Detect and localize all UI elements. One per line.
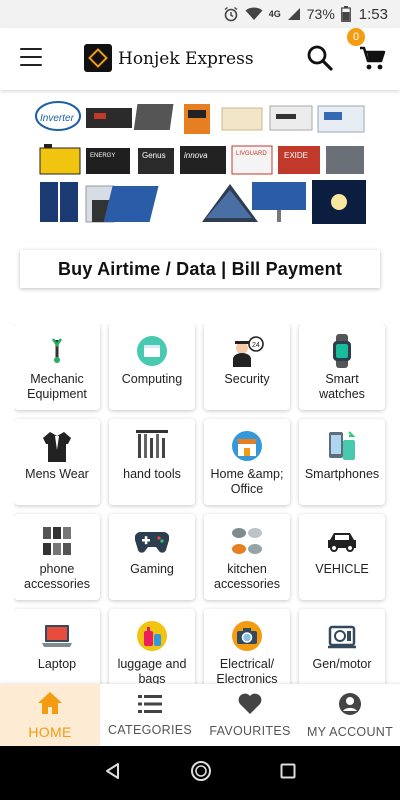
list-icon — [138, 694, 162, 719]
luggage-icon — [135, 619, 169, 653]
store-icon — [230, 429, 264, 463]
category-label: hand tools — [123, 467, 181, 481]
category-label: Gen/motor — [312, 657, 372, 671]
brand-logo — [84, 44, 112, 72]
category-label: Smart watches — [319, 372, 365, 401]
category-label: luggage and bags — [117, 657, 187, 684]
smartwatch-icon — [325, 334, 359, 368]
laptop-icon — [40, 619, 74, 653]
network-type: 4G — [268, 9, 281, 19]
recents-icon[interactable] — [280, 763, 296, 784]
category-electrical-electronics[interactable]: Electrical/ Electronics — [204, 609, 290, 684]
category-label: Computing — [121, 372, 183, 386]
gamepad-icon — [135, 524, 169, 558]
category-hand-tools[interactable]: hand tools — [109, 419, 195, 505]
category-home-office[interactable]: Home &amp; Office — [204, 419, 290, 505]
svg-text:Genus: Genus — [142, 151, 166, 160]
nav-label: FAVOURITES — [209, 723, 291, 738]
category-label: Security — [224, 372, 270, 386]
heart-icon — [238, 693, 262, 720]
svg-text:EXIDE: EXIDE — [284, 151, 308, 160]
camera-icon — [230, 619, 264, 653]
account-icon — [338, 692, 362, 721]
app-bar: Honjek Express 0 — [0, 28, 400, 90]
car-icon — [325, 524, 359, 558]
bottom-navigation: HOME CATEGORIES FAVOURITES MY ACCOUNT — [0, 684, 400, 746]
category-vehicle[interactable]: VEHICLE — [299, 514, 385, 600]
category-smart-watches[interactable]: Smart watches — [299, 324, 385, 410]
tools-icon — [135, 429, 169, 463]
category-mechanic-equipment[interactable]: Mechanic Equipment — [14, 324, 100, 410]
category-gaming[interactable]: Gaming — [109, 514, 195, 600]
category-kitchen-accessories[interactable]: kitchen accessories — [204, 514, 290, 600]
category-label: Mens Wear — [25, 467, 89, 481]
category-laptop[interactable]: Laptop — [14, 609, 100, 684]
category-phone-accessories[interactable]: phone accessories — [14, 514, 100, 600]
category-luggage-bags[interactable]: luggage and bags — [109, 609, 195, 684]
nav-favourites[interactable]: FAVOURITES — [200, 684, 300, 746]
kitchen-icon — [230, 524, 264, 558]
category-label: Smartphones — [304, 467, 380, 481]
category-label: Home &amp; Office — [210, 467, 284, 496]
smartphone-icon — [325, 429, 359, 463]
security-guard-icon: 24 — [230, 334, 264, 368]
nav-label: CATEGORIES — [107, 722, 193, 737]
wrench-icon — [40, 334, 74, 368]
category-computing[interactable]: Computing — [109, 324, 195, 410]
app-title: Honjek Express — [118, 49, 254, 69]
battery-icon — [340, 6, 351, 22]
jacket-icon — [40, 429, 74, 463]
nav-my-account[interactable]: MY ACCOUNT — [300, 684, 400, 746]
cart-icon[interactable] — [358, 44, 388, 74]
category-mens-wear[interactable]: Mens Wear — [14, 419, 100, 505]
battery-percent: 73% — [306, 6, 335, 22]
buy-airtime-bill-payment-button[interactable]: Buy Airtime / Data | Bill Payment — [20, 250, 380, 288]
nav-label: HOME — [28, 723, 72, 740]
home-circle-icon[interactable] — [190, 760, 212, 787]
phone-accessories-icon — [40, 524, 74, 558]
generator-icon — [325, 619, 359, 653]
category-smartphones[interactable]: Smartphones — [299, 419, 385, 505]
category-label: kitchen accessories — [214, 562, 280, 591]
menu-icon[interactable] — [20, 48, 42, 66]
status-bar: 4G 73% 1:53 — [0, 0, 400, 28]
category-security[interactable]: 24 Security — [204, 324, 290, 410]
category-label: Mechanic Equipment — [27, 372, 87, 401]
computing-icon — [135, 334, 169, 368]
alarm-icon — [223, 6, 239, 22]
svg-text:24: 24 — [252, 342, 260, 349]
svg-text:LIVGUARD: LIVGUARD — [236, 151, 267, 157]
signal-icon — [287, 7, 301, 21]
category-label: Gaming — [130, 562, 174, 576]
svg-text:Inverter: Inverter — [40, 113, 75, 124]
cart-badge: 0 — [347, 28, 365, 46]
svg-text:ENERGY: ENERGY — [90, 153, 115, 159]
category-label: phone accessories — [24, 562, 90, 591]
search-icon[interactable] — [306, 44, 334, 72]
system-navigation-bar — [0, 746, 400, 800]
clock: 1:53 — [358, 5, 388, 23]
nav-home[interactable]: HOME — [0, 684, 100, 746]
product-banner[interactable]: Inverter ENERGY Genus innova LIVGUARD EX… — [34, 100, 366, 228]
back-icon[interactable] — [104, 762, 122, 785]
svg-text:innova: innova — [184, 151, 208, 160]
home-icon — [37, 691, 63, 720]
category-grid: Mechanic Equipment Computing 24 Security… — [14, 324, 390, 684]
nav-categories[interactable]: CATEGORIES — [100, 684, 200, 746]
category-label: Laptop — [37, 657, 77, 671]
category-gen-motor[interactable]: Gen/motor — [299, 609, 385, 684]
nav-label: MY ACCOUNT — [306, 724, 394, 739]
wifi-icon — [245, 7, 263, 21]
category-label: Electrical/ Electronics — [216, 657, 278, 684]
category-label: VEHICLE — [315, 562, 369, 576]
